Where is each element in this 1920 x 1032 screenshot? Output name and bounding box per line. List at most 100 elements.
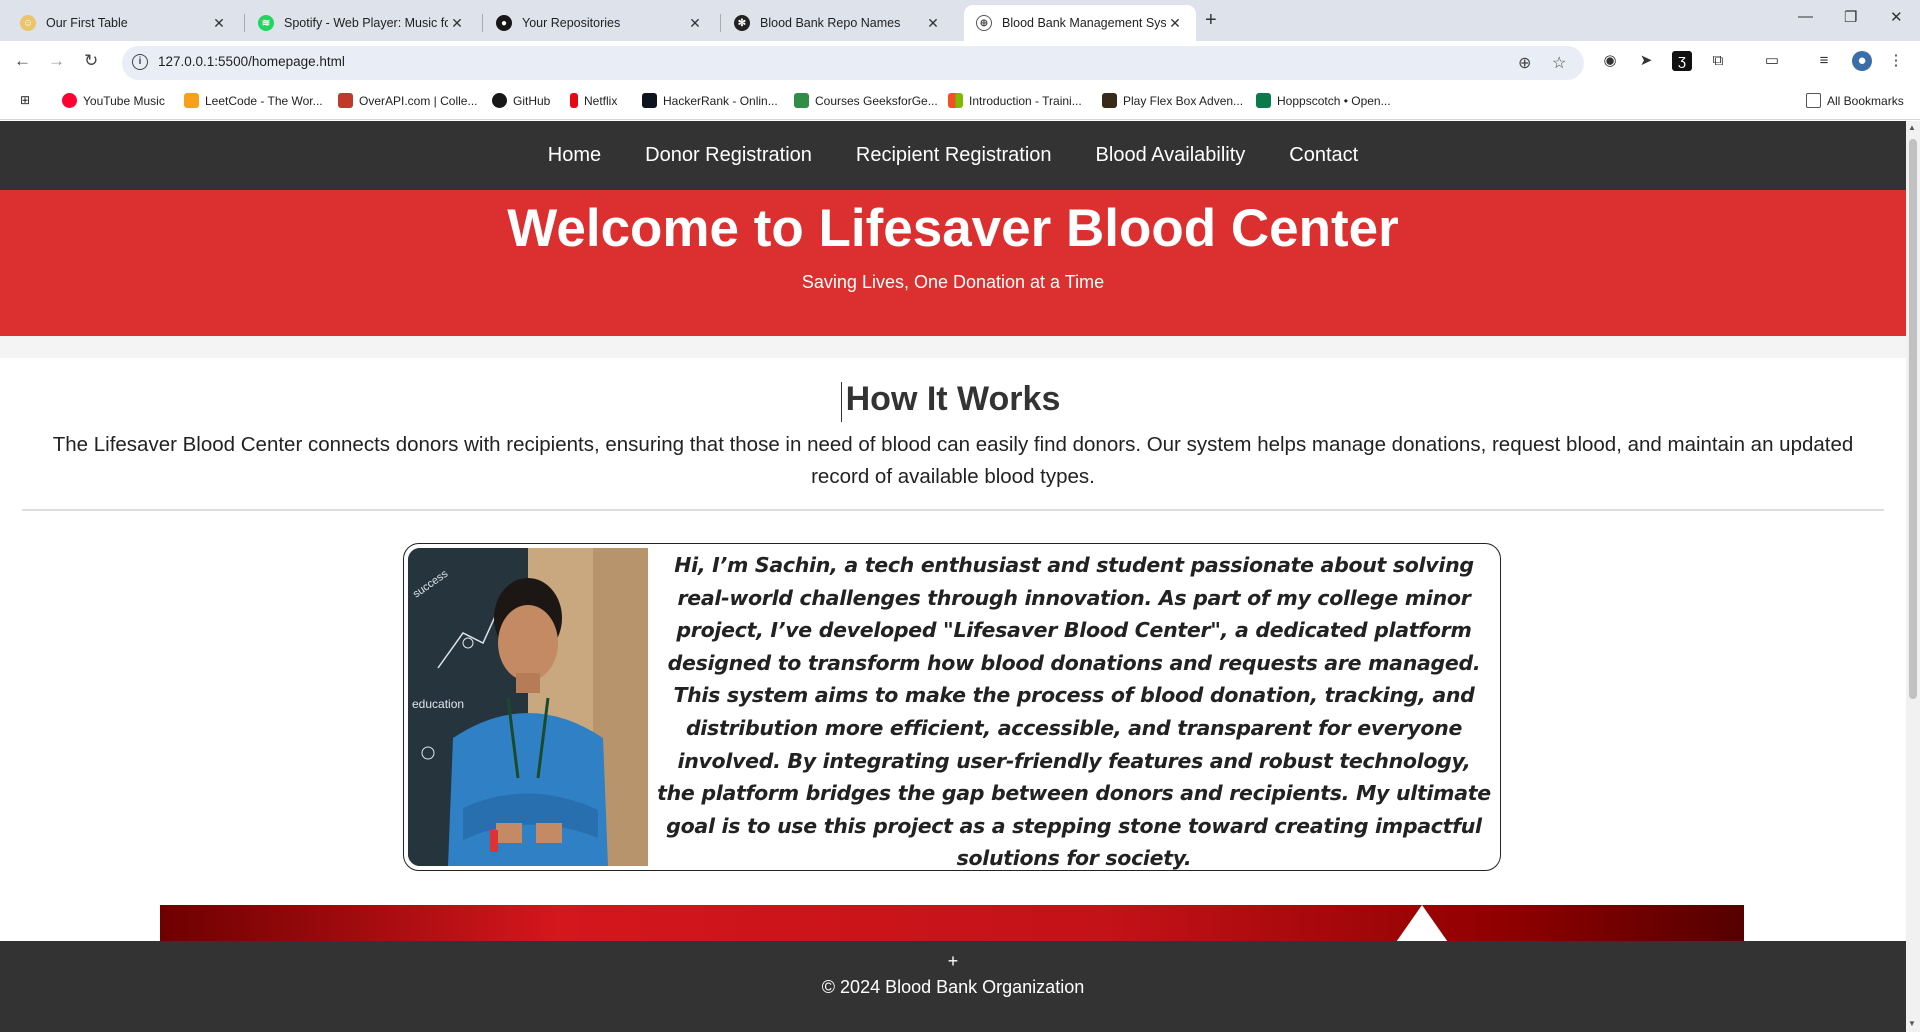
browser-toolbar: ← → ↻ i 127.0.0.1:5500/homepage.html ⊕ ☆ (0, 41, 1920, 84)
hackerrank-icon (642, 93, 657, 108)
hero-title: Welcome to Lifesaver Blood Center (507, 199, 1399, 258)
bookmark-leetcode[interactable]: LeetCode - The Wor... (184, 93, 323, 108)
close-icon[interactable]: ✕ (686, 15, 704, 32)
bookmark-label: OverAPI.com | Colle... (359, 93, 478, 108)
bookmark-hackerrank[interactable]: HackerRank - Onlin... (642, 93, 778, 108)
bookmark-hoppscotch[interactable]: Hoppscotch • Open... (1256, 93, 1391, 108)
horizontal-rule (22, 509, 1884, 511)
nav-recipient-registration[interactable]: Recipient Registration (834, 144, 1074, 167)
restore-icon[interactable]: ❐ (1844, 8, 1857, 26)
new-tab-button[interactable]: + (1205, 9, 1217, 32)
browser-tab-strip: ☺ Our First Table ✕ ≋ Spotify - Web Play… (0, 0, 1920, 41)
apps-grid-icon[interactable]: ⊞ (20, 93, 30, 107)
extension-icon[interactable]: ʒ (1672, 51, 1692, 71)
text-cursor (841, 382, 842, 422)
tab-divider (720, 14, 721, 32)
github-icon (492, 93, 507, 108)
url-text[interactable]: 127.0.0.1:5500/homepage.html (158, 54, 345, 69)
chalk-word-education: education (412, 697, 464, 711)
spotify-icon: ≋ (258, 15, 274, 31)
microsoft-icon (948, 93, 963, 108)
overapi-icon (338, 93, 353, 108)
how-it-works-title: How It Works (845, 380, 1061, 418)
bookmark-label: All Bookmarks (1827, 93, 1904, 108)
about-card: success education Hi, I’m Sachin, a tech… (403, 543, 1501, 871)
nav-home[interactable]: Home (526, 144, 623, 167)
all-bookmarks-folder[interactable]: All Bookmarks (1806, 93, 1904, 108)
bookmark-label: LeetCode - The Wor... (205, 93, 323, 108)
site-info-icon[interactable]: i (132, 54, 148, 70)
section-divider-band (0, 336, 1906, 358)
window-close-icon[interactable]: ✕ (1890, 8, 1903, 26)
how-it-works-section: How It Works The Lifesaver Blood Center … (0, 358, 1906, 493)
extension-avatar-icon[interactable]: ◉ (1600, 51, 1620, 71)
reload-icon[interactable]: ↻ (84, 51, 98, 71)
minimize-icon[interactable]: — (1798, 8, 1813, 25)
vertical-scrollbar[interactable]: ▲ ▼ (1906, 121, 1920, 1032)
bookmark-label: YouTube Music (83, 93, 165, 108)
tab-title: Spotify - Web Player: Music for (284, 16, 448, 30)
openai-icon: ✻ (734, 15, 750, 31)
youtube-music-icon (62, 93, 77, 108)
nav-blood-availability[interactable]: Blood Availability (1074, 144, 1268, 167)
bookmark-flexbox-adventure[interactable]: Play Flex Box Adven... (1102, 93, 1243, 108)
media-control-icon[interactable]: ≡ (1814, 51, 1834, 71)
bookmark-label: Netflix (584, 93, 618, 108)
bookmark-overapi[interactable]: OverAPI.com | Colle... (338, 93, 477, 108)
emoji-icon: ☺ (20, 15, 36, 31)
banner-notch (1394, 905, 1450, 945)
profile-photo: success education (408, 548, 648, 866)
bookmark-star-icon[interactable]: ☆ (1552, 53, 1566, 73)
zoom-icon[interactable]: ⊕ (1518, 53, 1531, 73)
bookmark-youtube-music[interactable]: YouTube Music (62, 93, 165, 108)
footer-plus: + (947, 951, 959, 971)
globe-icon: ⊕ (976, 15, 992, 31)
github-icon: ● (496, 15, 512, 31)
bookmark-label: Play Flex Box Adven... (1123, 93, 1244, 108)
back-arrow-icon[interactable]: ← (14, 51, 31, 71)
footer-copyright: © 2024 Blood Bank Organization (821, 977, 1085, 997)
menu-kebab-icon[interactable]: ⋮ (1886, 51, 1906, 71)
geeksforgeeks-icon (794, 93, 809, 108)
bookmark-label: Hoppscotch • Open... (1277, 93, 1391, 108)
browser-tab-spotify[interactable]: ≋ Spotify - Web Player: Music for ✕ (246, 5, 478, 41)
puzzle-extensions-icon[interactable]: ⧉ (1708, 51, 1728, 71)
tab-title: Blood Bank Management Syste (1002, 16, 1166, 30)
scroll-down-arrow-icon[interactable]: ▼ (1908, 1019, 1916, 1028)
flexbox-adventure-icon (1102, 93, 1117, 108)
bookmark-label: Courses GeeksforGe... (815, 93, 938, 108)
tab-title: Blood Bank Repo Names (760, 16, 901, 30)
close-icon[interactable]: ✕ (1166, 15, 1184, 32)
tab-title: Our First Table (46, 16, 128, 30)
bookmark-github[interactable]: GitHub (492, 93, 550, 108)
scroll-up-arrow-icon[interactable]: ▲ (1908, 123, 1916, 132)
browser-tab-blood-bank-active[interactable]: ⊕ Blood Bank Management Syste ✕ (964, 5, 1196, 41)
browser-tab-repositories[interactable]: ● Your Repositories ✕ (484, 5, 716, 41)
close-icon[interactable]: ✕ (210, 15, 228, 32)
bookmark-label: Introduction - Traini... (969, 93, 1082, 108)
hoppscotch-icon (1256, 93, 1271, 108)
red-banner-strip (160, 905, 1744, 945)
forward-arrow-icon[interactable]: → (48, 51, 65, 71)
hero-banner: Welcome to Lifesaver Blood Center Saving… (0, 190, 1906, 336)
bookmark-label: HackerRank - Onlin... (663, 93, 778, 108)
nav-contact[interactable]: Contact (1267, 144, 1380, 167)
bookmark-microsoft-training[interactable]: Introduction - Traini... (948, 93, 1082, 108)
browser-tab-our-first-table[interactable]: ☺ Our First Table ✕ (8, 5, 240, 41)
address-bar[interactable]: i 127.0.0.1:5500/homepage.html ⊕ ☆ (122, 46, 1584, 80)
site-navbar: Home Donor Registration Recipient Regist… (0, 121, 1906, 190)
close-icon[interactable]: ✕ (924, 15, 942, 32)
bookmark-netflix[interactable]: Netflix (570, 93, 617, 108)
browser-tab-repo-names[interactable]: ✻ Blood Bank Repo Names ✕ (722, 5, 954, 41)
folder-icon (1806, 93, 1821, 108)
how-it-works-text: The Lifesaver Blood Center connects dono… (52, 433, 1854, 488)
tab-search-icon[interactable]: ▭ (1762, 51, 1782, 71)
close-icon[interactable]: ✕ (448, 15, 466, 32)
bookmark-geeksforgeeks[interactable]: Courses GeeksforGe... (794, 93, 938, 108)
profile-avatar-icon[interactable]: ● (1852, 51, 1872, 71)
scrollbar-thumb[interactable] (1909, 139, 1917, 699)
send-icon[interactable]: ➤ (1636, 51, 1656, 71)
about-text: Hi, I’m Sachin, a tech enthusiast and st… (657, 553, 1491, 871)
hero-subtitle: Saving Lives, One Donation at a Time (801, 272, 1105, 292)
nav-donor-registration[interactable]: Donor Registration (623, 144, 834, 167)
